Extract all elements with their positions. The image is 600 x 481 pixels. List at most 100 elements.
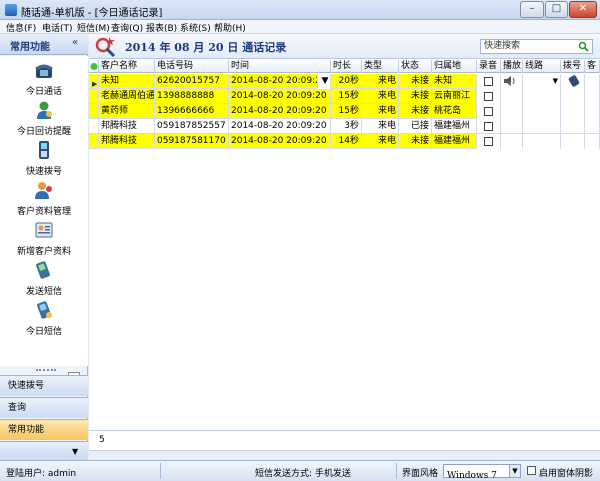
- menu-help[interactable]: 帮助(H): [214, 21, 246, 34]
- cell-type: 来电: [362, 74, 399, 89]
- maximize-button[interactable]: □: [545, 1, 568, 18]
- menu-report[interactable]: 报表(B): [146, 21, 177, 34]
- horizontal-scrollbar[interactable]: [89, 450, 600, 460]
- menu-system[interactable]: 系统(S): [180, 21, 211, 34]
- column-header-location[interactable]: 归属地: [432, 60, 477, 73]
- splitter-grip[interactable]: [36, 369, 56, 373]
- table-row[interactable]: 老赫通周伯通 1398888888 2014-08-20 20:09:20 15…: [89, 89, 600, 104]
- nav-bar-quick-dial[interactable]: 快速拨号: [0, 375, 88, 396]
- cell-name: 黄药师: [99, 104, 155, 119]
- cell-location: 桃花岛: [432, 104, 477, 119]
- menu-info[interactable]: 信息(F): [6, 21, 36, 34]
- status-separator: [160, 463, 161, 479]
- cell-type: 来电: [362, 89, 399, 104]
- window-shadow-label: 启用窗体阴影: [539, 469, 594, 479]
- menu-phone[interactable]: 电话(T): [42, 21, 73, 34]
- cell-dial: [561, 119, 585, 134]
- cell-customer: [585, 74, 600, 89]
- minimize-button[interactable]: –: [520, 1, 544, 18]
- column-header-name[interactable]: 客户名称: [99, 60, 155, 73]
- time-dropdown-icon[interactable]: ▼: [318, 74, 331, 89]
- status-separator: [396, 463, 397, 479]
- record-checkbox[interactable]: [484, 92, 493, 101]
- row-indicator: ▶: [89, 74, 99, 89]
- cell-line: ▼: [523, 74, 561, 89]
- chevron-down-icon[interactable]: ▼: [509, 465, 520, 477]
- nav-bar-query[interactable]: 查询: [0, 397, 88, 418]
- dial-phone-icon[interactable]: [568, 75, 580, 87]
- cell-play: [501, 119, 523, 134]
- current-row-icon: ▶: [92, 80, 98, 88]
- sidebar-item-send-sms[interactable]: 发送短信: [0, 260, 88, 300]
- cell-time: 2014-08-20 20:09:20: [229, 104, 331, 119]
- column-header-phone[interactable]: 电话号码: [155, 60, 229, 73]
- cell-time: 2014-08-20 20:09:20: [229, 134, 331, 149]
- sidebar-item-customer-management[interactable]: 客户资料管理: [0, 180, 88, 220]
- sidebar-item-label: 今日通话: [25, 87, 62, 97]
- cell-phone: 059187852557: [155, 119, 229, 134]
- column-header-customer[interactable]: 客: [585, 60, 600, 73]
- row-indicator: [89, 119, 99, 134]
- table-row[interactable]: ▶ 未知 62620015757 2014-08-20 20:09:20 ▼ 2…: [89, 74, 600, 89]
- column-header-record[interactable]: 录音: [477, 60, 501, 73]
- cell-location: 未知: [432, 74, 477, 89]
- skin-label: 界面风格: [402, 469, 439, 479]
- cell-play: [501, 74, 523, 89]
- cell-record: [477, 89, 501, 104]
- close-button[interactable]: ✕: [569, 1, 597, 18]
- sidebar-items: 今日通话 今日回访提醒 快速拨号 客户资料管理 新增客户资料 发送短信 今日短信: [0, 56, 88, 384]
- cell-status: 已接: [399, 119, 432, 134]
- sidebar-item-add-customer[interactable]: 新增客户资料: [0, 220, 88, 260]
- column-header-duration[interactable]: 时长: [331, 60, 362, 73]
- cell-phone: 1396666666: [155, 104, 229, 119]
- nav-bar-common-functions[interactable]: 常用功能: [0, 419, 88, 440]
- chevron-down-icon[interactable]: ▼: [72, 447, 78, 456]
- cell-duration: 20秒: [331, 74, 362, 89]
- search-input[interactable]: 快速搜索: [480, 39, 593, 54]
- record-checkbox[interactable]: [484, 77, 493, 86]
- search-icon[interactable]: [578, 41, 589, 52]
- today-sms-icon: [37, 301, 52, 319]
- menu-query[interactable]: 查询(Q): [111, 21, 143, 34]
- cell-time: 2014-08-20 20:09:20: [229, 74, 318, 89]
- cell-time: 2014-08-20 20:09:20: [229, 89, 331, 104]
- sidebar-item-today-calls[interactable]: 今日通话: [0, 60, 88, 100]
- column-header-play[interactable]: 播放: [501, 60, 523, 73]
- column-header-line[interactable]: 线路: [523, 60, 561, 73]
- cell-record: [477, 74, 501, 89]
- line-dropdown-icon[interactable]: ▼: [553, 74, 558, 88]
- column-header-status[interactable]: 状态: [399, 60, 432, 73]
- cell-play: [501, 89, 523, 104]
- sidebar-item-today-reminder[interactable]: 今日回访提醒: [0, 100, 88, 140]
- column-header-dial[interactable]: 拨号: [561, 60, 585, 73]
- column-header-type[interactable]: 类型: [362, 60, 399, 73]
- sidebar-title: 常用功能: [10, 42, 50, 53]
- collapse-icon[interactable]: «: [72, 37, 78, 48]
- cell-time: 2014-08-20 20:09:20: [229, 119, 331, 134]
- speaker-icon[interactable]: [503, 75, 517, 87]
- sidebar-item-today-sms[interactable]: 今日短信: [0, 300, 88, 340]
- cell-type: 来电: [362, 104, 399, 119]
- table-row[interactable]: 黄药师 1396666666 2014-08-20 20:09:20 15秒 来…: [89, 104, 600, 119]
- table-row[interactable]: 邦腾科技 059187581170 2014-08-20 20:09:20 14…: [89, 134, 600, 149]
- sidebar-item-quick-dial[interactable]: 快速拨号: [0, 140, 88, 180]
- column-header-time[interactable]: 时间: [229, 60, 331, 73]
- menu-sms[interactable]: 短信(M): [77, 21, 110, 34]
- cell-type: 来电: [362, 119, 399, 134]
- sidebar-item-label: 发送短信: [25, 287, 62, 297]
- cell-status: 未接: [399, 74, 432, 89]
- cell-line: [523, 104, 561, 119]
- table-row[interactable]: 邦腾科技 059187852557 2014-08-20 20:09:20 3秒…: [89, 119, 600, 134]
- cell-customer: [585, 134, 600, 149]
- skin-select[interactable]: Windows 7 ▼: [443, 464, 521, 481]
- quick-dial-icon: [39, 141, 49, 159]
- record-checkbox[interactable]: [484, 137, 493, 146]
- record-checkbox[interactable]: [484, 107, 493, 116]
- sidebar-item-label: 快速拨号: [25, 167, 62, 177]
- record-count-bar: 5: [89, 430, 600, 450]
- window-shadow-checkbox[interactable]: [527, 466, 536, 475]
- table-header: 客户名称 电话号码 时间 时长 类型 状态 归属地 录音 播放 线路 拨号 客: [89, 60, 600, 73]
- customer-management-icon: [35, 182, 52, 199]
- cell-customer: [585, 89, 600, 104]
- record-checkbox[interactable]: [484, 122, 493, 131]
